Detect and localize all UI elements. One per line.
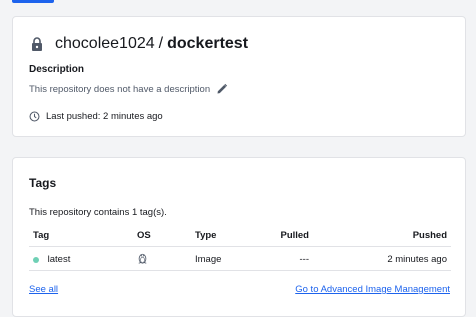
column-header-os: OS [137, 230, 151, 241]
tag-status-dot [33, 256, 39, 263]
tag-cell: latest [33, 254, 70, 265]
last-pushed-row: Last pushed: 2 minutes ago [29, 111, 163, 122]
description-text: This repository does not have a descript… [29, 83, 211, 95]
repository-info-card: chocolee1024 / dockertest Description Th… [12, 16, 466, 137]
tags-table-header: Tag OS Type Pulled Pushed [29, 224, 451, 247]
linux-tux-icon [138, 253, 147, 264]
os-cell [137, 253, 148, 267]
lock-icon [32, 37, 42, 51]
repo-heading: chocolee1024 / dockertest [29, 34, 248, 54]
last-pushed-text: Last pushed: 2 minutes ago [46, 111, 163, 122]
repo-namespace: chocolee1024 [55, 35, 155, 52]
repo-name: dockertest [167, 35, 249, 52]
column-header-type: Type [195, 230, 217, 241]
pulled-cell: --- [299, 254, 310, 265]
tags-card: Tags This repository contains 1 tag(s). … [12, 157, 466, 317]
tags-count-text: This repository contains 1 tag(s). [29, 207, 167, 218]
tags-heading: Tags [29, 176, 57, 190]
description-heading: Description [29, 64, 85, 75]
advanced-image-management-link[interactable]: Go to Advanced Image Management [295, 284, 450, 295]
type-cell: Image [195, 254, 222, 265]
column-header-tag: Tag [33, 230, 50, 241]
column-header-pulled: Pulled [280, 230, 309, 241]
column-header-pushed: Pushed [412, 230, 447, 241]
pencil-edit-icon[interactable] [216, 83, 228, 95]
top-tab-indicator [12, 0, 54, 3]
pushed-cell: 2 minutes ago [387, 254, 447, 265]
see-all-link[interactable]: See all [29, 284, 58, 295]
description-row: This repository does not have a descript… [29, 83, 228, 95]
table-row: latest Image --- 2 minutes ago [29, 248, 451, 271]
tag-link[interactable]: latest [48, 254, 71, 265]
repo-separator: / [158, 35, 164, 52]
clock-icon [29, 111, 40, 122]
